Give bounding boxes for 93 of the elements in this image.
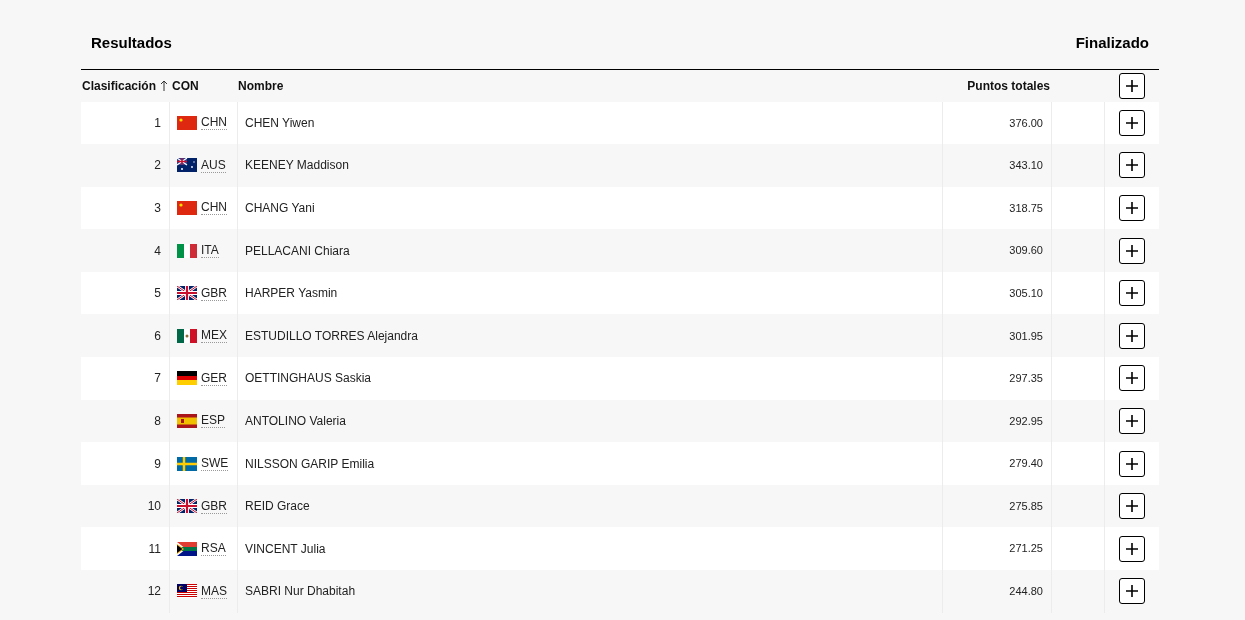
points-cell-text: 279.40 bbox=[1009, 456, 1043, 472]
athlete-name: PELLACANI Chiara bbox=[245, 242, 350, 260]
flag-icon bbox=[177, 541, 197, 556]
rank-cell-text: 10 bbox=[147, 498, 161, 516]
plus-icon bbox=[1125, 158, 1139, 173]
column-header[interactable]: Nombre bbox=[238, 76, 284, 95]
points-cell-text: 343.10 bbox=[1009, 158, 1043, 174]
country-code: GBR bbox=[201, 285, 227, 301]
column-header[interactable]: Puntos totales bbox=[967, 76, 1050, 95]
plus-icon bbox=[1125, 371, 1139, 386]
rank-cell-text: 5 bbox=[154, 285, 161, 303]
country-code: MEX bbox=[201, 328, 227, 344]
flag-icon bbox=[177, 115, 197, 130]
plus-icon bbox=[1125, 243, 1139, 258]
plus-icon bbox=[1125, 584, 1139, 599]
rank-cell-text: 2 bbox=[154, 157, 161, 175]
plus-icon bbox=[1125, 78, 1139, 93]
column-header[interactable]: Clasificación bbox=[82, 76, 169, 95]
status-label: Finalizado bbox=[1075, 33, 1149, 53]
expand-button[interactable] bbox=[1119, 365, 1145, 392]
column-header[interactable]: CON bbox=[172, 76, 199, 95]
country-code: RSA bbox=[201, 541, 226, 557]
country-code: CHN bbox=[201, 115, 227, 131]
athlete-name: REID Grace bbox=[245, 498, 310, 516]
expand-button[interactable] bbox=[1119, 109, 1145, 136]
country-code: ESP bbox=[201, 413, 225, 429]
country-code: CHN bbox=[201, 200, 227, 216]
plus-icon bbox=[1125, 541, 1139, 556]
flag-icon bbox=[177, 286, 197, 301]
plus-icon bbox=[1125, 499, 1139, 514]
points-cell-text: 305.10 bbox=[1009, 285, 1043, 301]
points-cell-text: 292.95 bbox=[1009, 413, 1043, 429]
plus-icon bbox=[1125, 456, 1139, 471]
expand-button[interactable] bbox=[1119, 195, 1145, 221]
expand-button[interactable] bbox=[1119, 493, 1145, 520]
expand-button[interactable] bbox=[1119, 578, 1145, 605]
athlete-name: CHEN Yiwen bbox=[245, 114, 315, 132]
athlete-name: OETTINGHAUS Saskia bbox=[245, 370, 372, 388]
rank-cell-text: 6 bbox=[154, 327, 161, 345]
rank-cell-text: 12 bbox=[147, 583, 161, 601]
section-title: Resultados bbox=[91, 33, 172, 53]
points-cell-text: 301.95 bbox=[1009, 328, 1043, 344]
flag-icon bbox=[177, 499, 197, 514]
expand-button[interactable] bbox=[1119, 407, 1145, 434]
rank-cell-text: 11 bbox=[148, 540, 161, 558]
expand-button[interactable] bbox=[1119, 322, 1145, 349]
flag-icon bbox=[177, 371, 197, 386]
sort-arrow-icon bbox=[160, 79, 169, 92]
plus-icon bbox=[1125, 201, 1139, 215]
points-cell-text: 318.75 bbox=[1009, 200, 1043, 216]
points-cell-text: 275.85 bbox=[1009, 498, 1043, 514]
country-code: GER bbox=[201, 370, 227, 386]
rank-cell-text: 1 bbox=[154, 114, 161, 132]
plus-icon bbox=[1125, 286, 1139, 301]
flag-icon bbox=[177, 158, 197, 173]
expand-button[interactable] bbox=[1119, 535, 1145, 562]
points-cell-text: 297.35 bbox=[1009, 371, 1043, 387]
expand-button[interactable] bbox=[1119, 280, 1145, 307]
plus-icon bbox=[1125, 413, 1139, 428]
flag-icon bbox=[177, 584, 197, 599]
flag-icon bbox=[177, 201, 197, 215]
flag-icon bbox=[177, 456, 197, 471]
athlete-name: KEENEY Maddison bbox=[245, 157, 349, 175]
athlete-name: ESTUDILLO TORRES Alejandra bbox=[245, 327, 418, 345]
points-cell-text: 309.60 bbox=[1009, 243, 1043, 259]
rank-cell-text: 9 bbox=[154, 455, 161, 473]
country-code: AUS bbox=[201, 157, 226, 173]
plus-icon bbox=[1125, 328, 1139, 343]
flag-icon bbox=[177, 413, 197, 428]
country-code: SWE bbox=[201, 456, 229, 472]
rank-cell-text: 7 bbox=[154, 370, 161, 388]
athlete-name: HARPER Yasmin bbox=[245, 285, 338, 303]
country-code: GBR bbox=[201, 498, 227, 514]
rank-cell-text: 8 bbox=[154, 412, 161, 430]
athlete-name: CHANG Yani bbox=[245, 200, 315, 217]
flag-icon bbox=[177, 243, 197, 258]
expand-button[interactable] bbox=[1119, 237, 1145, 264]
expand-button[interactable] bbox=[1119, 450, 1145, 477]
athlete-name: VINCENT Julia bbox=[245, 540, 326, 558]
athlete-name: ANTOLINO Valeria bbox=[245, 412, 346, 430]
rank-cell-text: 3 bbox=[154, 200, 161, 217]
plus-icon bbox=[1125, 115, 1139, 130]
athlete-name: NILSSON GARIP Emilia bbox=[245, 455, 375, 473]
expand-button[interactable] bbox=[1119, 152, 1145, 179]
flag-icon bbox=[177, 328, 197, 343]
points-cell-text: 271.25 bbox=[1009, 541, 1043, 557]
points-cell-text: 376.00 bbox=[1009, 115, 1043, 131]
points-cell-text: 244.80 bbox=[1009, 584, 1043, 600]
country-code: ITA bbox=[201, 243, 219, 259]
athlete-name: SABRI Nur Dhabitah bbox=[245, 583, 356, 601]
country-code: MAS bbox=[201, 583, 227, 599]
expand-button[interactable] bbox=[1119, 72, 1145, 99]
rank-cell-text: 4 bbox=[154, 242, 161, 260]
